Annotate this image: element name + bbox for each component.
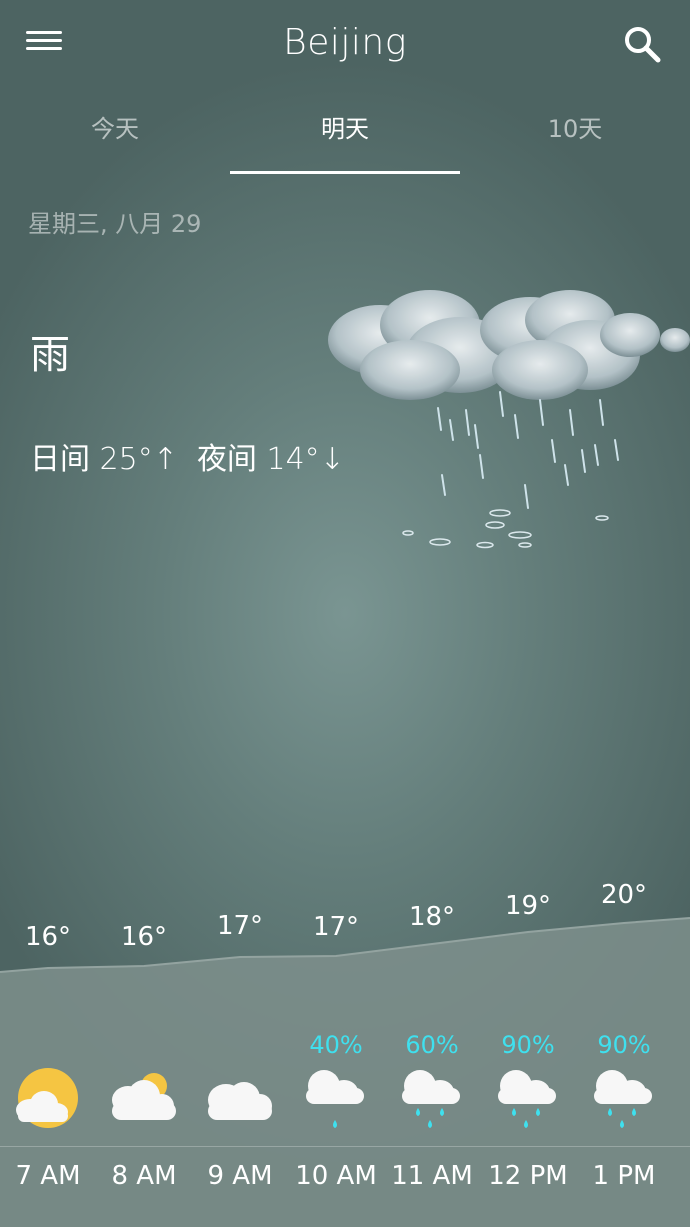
precip-chance: 40% — [309, 1031, 363, 1059]
city-title: Beijing — [283, 22, 407, 63]
light-rain-icon — [306, 1070, 364, 1128]
hourly-time: 7 AM — [15, 1161, 81, 1191]
forecast-date: 星期三, 八月 29 — [28, 210, 202, 238]
precip-chance: 60% — [405, 1031, 459, 1059]
day-temp: 25°↑ — [99, 442, 178, 477]
hourly-time: 11 AM — [391, 1161, 473, 1191]
tab-today[interactable]: 今天 — [0, 100, 230, 172]
sun-cloud-icon — [16, 1068, 78, 1128]
tab-bar: 今天 明天 10天 — [0, 100, 690, 174]
night-label: 夜间 — [196, 442, 257, 477]
day-label: 日间 — [30, 442, 90, 477]
search-icon[interactable] — [622, 24, 662, 64]
weather-condition: 雨 — [30, 332, 70, 378]
rain-icon — [594, 1070, 652, 1128]
tab-underline — [230, 171, 460, 174]
hourly-time: 1 PM — [592, 1161, 656, 1191]
cloudy-icon — [208, 1082, 272, 1120]
precip-chance: 90% — [597, 1031, 651, 1059]
day-night-temps: 日间 25°↑ 夜间 14°↓ — [30, 434, 345, 478]
hourly-time: 8 AM — [111, 1161, 177, 1191]
hourly-time: 10 AM — [295, 1161, 377, 1191]
hourly-time: 12 PM — [488, 1161, 568, 1191]
top-bar: Beijing — [0, 0, 690, 90]
partly-cloudy-icon — [112, 1073, 176, 1120]
hourly-divider — [0, 1146, 690, 1147]
tab-tomorrow[interactable]: 明天 — [230, 100, 460, 172]
hourly-time: 9 AM — [207, 1161, 273, 1191]
tab-10-day[interactable]: 10天 — [460, 100, 690, 172]
rain-icon — [498, 1070, 556, 1128]
rain-cloud-icon — [328, 290, 690, 549]
precip-chance: 90% — [501, 1031, 555, 1059]
rain-icon — [402, 1070, 460, 1128]
